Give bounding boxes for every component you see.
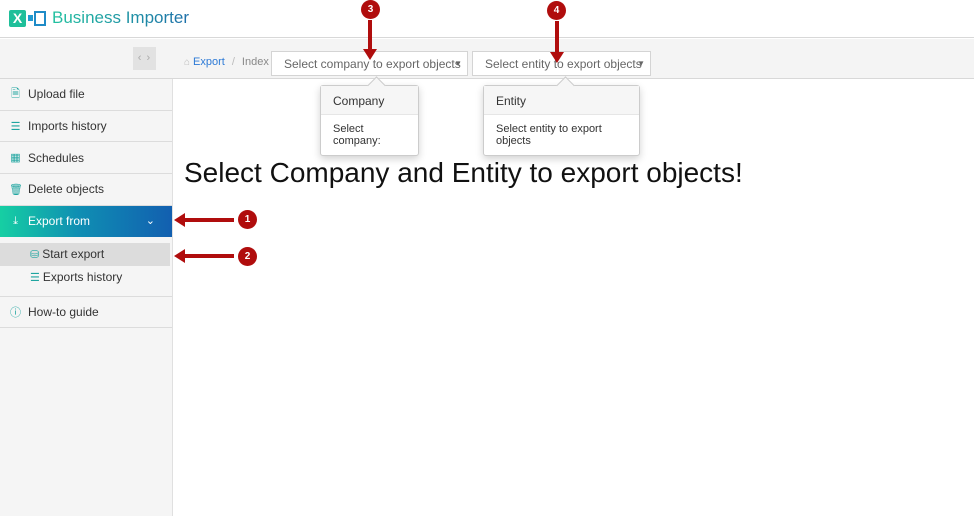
entity-popover: Entity Select entity to export objects (483, 85, 640, 156)
company-popover-title: Company (321, 86, 418, 115)
list-icon: ☰ (10, 120, 21, 133)
submenu-item-label: Start export (42, 247, 105, 262)
breadcrumb-separator: / (231, 56, 235, 68)
submenu-item-start-export[interactable]: ⛁ Start export (0, 242, 170, 266)
annotation-arrow-1 (174, 213, 234, 227)
annotation-marker-4: 4 (547, 1, 566, 20)
sub-toolbar: ‹ › ⌂ Export / Index Select company to e… (0, 39, 974, 79)
annotation-arrow-2 (174, 249, 234, 263)
annotation-marker-3: 3 (361, 0, 380, 19)
sidebar-item-upload-file[interactable]: 🗎 Upload file (0, 79, 172, 111)
logo-box-shape (34, 10, 46, 26)
database-icon: ⛁ (30, 248, 40, 261)
breadcrumb-export-link[interactable]: Export (193, 56, 225, 68)
sidebar-item-delete-objects[interactable]: 🗑 Delete objects (0, 174, 172, 206)
company-popover-body: Select company: (333, 123, 381, 147)
sidebar-item-label: Imports history (28, 119, 107, 134)
annotation-arrow-3 (363, 20, 377, 60)
entity-popover-title: Entity (484, 86, 639, 115)
calendar-icon: ▦ (10, 152, 21, 165)
export-submenu: ⛁ Start export ☰ Exports history (0, 237, 172, 297)
download-icon: ⤓ (13, 214, 18, 227)
sidebar-item-label: Upload file (28, 87, 85, 102)
sidebar-item-schedules[interactable]: ▦ Schedules (0, 142, 172, 175)
caret-down-icon: ▼ (637, 59, 645, 68)
breadcrumb: ⌂ Export / Index (184, 56, 269, 68)
page-heading: Select Company and Entity to export obje… (184, 157, 743, 188)
sidebar-toggle-button[interactable]: ‹ › (133, 47, 156, 70)
excel-import-icon: X (9, 9, 26, 27)
sidebar-item-label: How-to guide (28, 305, 99, 320)
trash-icon: 🗑 (9, 183, 23, 196)
list-icon: ☰ (30, 271, 40, 284)
breadcrumb-current: Index (241, 56, 269, 68)
home-icon: ⌂ (184, 56, 191, 68)
sidebar-item-how-to-guide[interactable]: ⓘ How-to guide (0, 297, 172, 329)
submenu-item-exports-history[interactable]: ☰ Exports history (0, 266, 172, 289)
annotation-marker-1: 1 (238, 210, 257, 229)
sidebar-item-label: Schedules (28, 150, 85, 165)
sidebar-item-imports-history[interactable]: ☰ Imports history (0, 111, 172, 143)
annotation-marker-2: 2 (238, 247, 257, 266)
sidebar-item-label: Delete objects (28, 182, 105, 197)
company-popover: Company Select company: (320, 85, 419, 156)
info-icon: ⓘ (10, 307, 21, 320)
sidebar-item-export-from[interactable]: ⤓ Export from ⌄ (0, 205, 172, 237)
top-bar: X Business Importer (0, 0, 974, 38)
submenu-item-label: Exports history (42, 270, 123, 285)
app-logo[interactable]: X Business Importer (9, 8, 189, 28)
annotation-arrow-4 (550, 21, 564, 63)
logo-arrow-shape (28, 15, 33, 21)
file-excel-icon: 🗎 (11, 87, 20, 100)
entity-popover-body: Select entity to export objects (496, 123, 602, 147)
chevron-down-icon: ⌄ (145, 214, 155, 227)
sidebar: 🗎 Upload file ☰ Imports history ▦ Schedu… (0, 79, 173, 516)
sidebar-item-label: Export from (28, 214, 91, 229)
app-title: Business Importer (52, 8, 189, 27)
caret-down-icon: ▼ (454, 59, 462, 68)
